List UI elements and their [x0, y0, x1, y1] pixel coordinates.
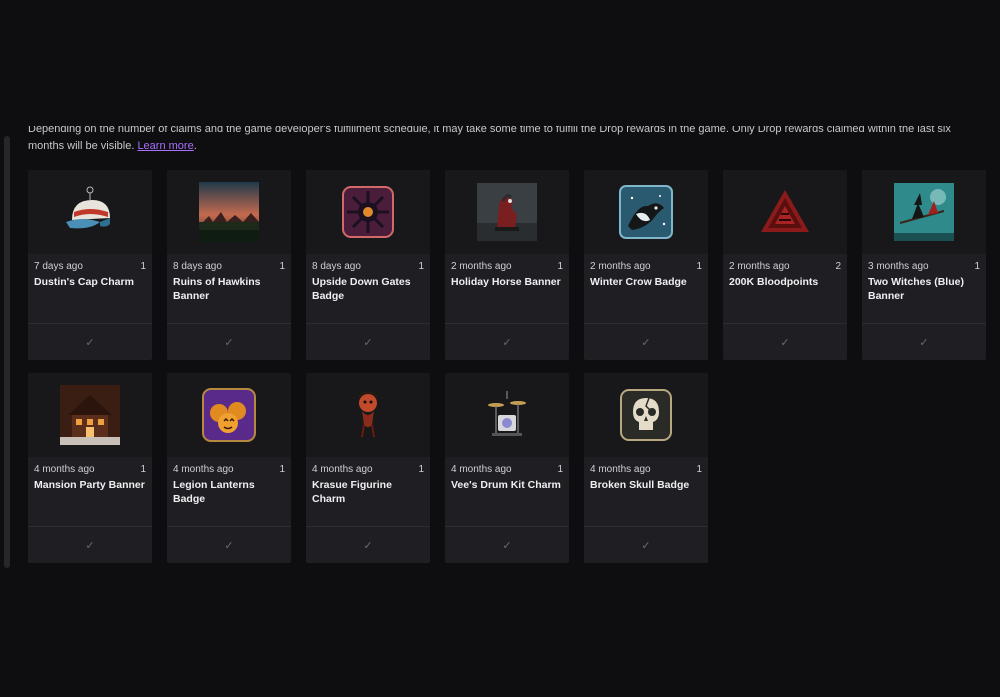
- witch-icon: [894, 183, 954, 241]
- drop-card[interactable]: 4 months ago 1 Legion Lanterns Badge ✓: [167, 373, 291, 563]
- claimed-check-icon: ✓: [167, 526, 291, 563]
- drop-count: 1: [974, 261, 980, 272]
- notice-text-2: months will be visible.: [28, 140, 135, 152]
- drop-card[interactable]: 8 days ago 1 Ruins of Hawkins Banner ✓: [167, 170, 291, 360]
- drop-name: Ruins of Hawkins Banner: [173, 276, 261, 302]
- drop-card[interactable]: 8 days ago 1 Upside Down Gates Badge ✓: [306, 170, 430, 360]
- drop-card[interactable]: 2 months ago 1 Winter Crow Badge ✓: [584, 170, 708, 360]
- drop-card[interactable]: 4 months ago 1 Mansion Party Banner ✓: [28, 373, 152, 563]
- scrollbar[interactable]: [4, 136, 10, 568]
- skull-icon: [620, 389, 672, 441]
- claimed-check-icon: ✓: [584, 323, 708, 360]
- claimed-check-icon: ✓: [28, 526, 152, 563]
- drop-name: Broken Skull Badge: [590, 479, 690, 491]
- claimed-time: 4 months ago: [451, 464, 512, 475]
- drop-count: 1: [140, 261, 146, 272]
- drop-count: 2: [835, 261, 841, 272]
- drop-name: Winter Crow Badge: [590, 276, 687, 288]
- drop-count: 1: [418, 464, 424, 475]
- claimed-time: 2 months ago: [590, 261, 651, 272]
- drop-count: 1: [140, 464, 146, 475]
- claimed-time: 2 months ago: [729, 261, 790, 272]
- learn-more-link[interactable]: Learn more: [137, 140, 193, 152]
- drop-card[interactable]: 4 months ago 1 Broken Skull Badge ✓: [584, 373, 708, 563]
- claimed-check-icon: ✓: [723, 323, 847, 360]
- drop-name: Mansion Party Banner: [34, 479, 145, 491]
- drop-card[interactable]: 4 months ago 1 Krasue Figurine Charm ✓: [306, 373, 430, 563]
- claimed-time: 3 months ago: [868, 261, 929, 272]
- claimed-check-icon: ✓: [862, 323, 986, 360]
- drop-name: Two Witches (Blue) Banner: [868, 276, 964, 302]
- claimed-check-icon: ✓: [28, 323, 152, 360]
- claimed-time: 7 days ago: [34, 261, 83, 272]
- claimed-time: 8 days ago: [312, 261, 361, 272]
- claimed-time: 4 months ago: [590, 464, 651, 475]
- claimed-check-icon: ✓: [167, 323, 291, 360]
- drop-name: Holiday Horse Banner: [451, 276, 561, 288]
- claimed-time: 8 days ago: [173, 261, 222, 272]
- drops-notice: Depending on the number of claims and th…: [28, 126, 978, 160]
- claimed-check-icon: ✓: [306, 526, 430, 563]
- mansion-icon: [60, 385, 120, 445]
- claimed-check-icon: ✓: [445, 526, 569, 563]
- drop-name: Legion Lanterns Badge: [173, 479, 255, 505]
- claimed-check-icon: ✓: [445, 323, 569, 360]
- claimed-time: 2 months ago: [451, 261, 512, 272]
- crow-icon: [619, 185, 673, 239]
- drum-kit-icon: [488, 391, 526, 436]
- drop-count: 1: [418, 261, 424, 272]
- drops-grid: 7 days ago 1 Dustin's Cap Charm ✓ 8 days…: [28, 170, 986, 563]
- drop-card[interactable]: 2 months ago 2 200K Bloodpoints ✓: [723, 170, 847, 360]
- claimed-check-icon: ✓: [584, 526, 708, 563]
- drop-card[interactable]: 4 months ago 1 Vee's Drum Kit Charm ✓: [445, 373, 569, 563]
- claimed-time: 4 months ago: [173, 464, 234, 475]
- drop-card[interactable]: 7 days ago 1 Dustin's Cap Charm ✓: [28, 170, 152, 360]
- drop-count: 1: [279, 261, 285, 272]
- drop-name: Upside Down Gates Badge: [312, 276, 411, 302]
- figurine-icon: [358, 391, 378, 438]
- cap-icon: [66, 186, 110, 229]
- gate-icon: [342, 186, 394, 238]
- drop-name: Dustin's Cap Charm: [34, 276, 134, 288]
- bloodpoints-icon: [761, 190, 809, 232]
- horse-icon: [477, 183, 537, 241]
- drop-count: 1: [557, 261, 563, 272]
- drop-card[interactable]: 2 months ago 1 Holiday Horse Banner ✓: [445, 170, 569, 360]
- drop-name: Vee's Drum Kit Charm: [451, 479, 561, 491]
- claimed-check-icon: ✓: [306, 323, 430, 360]
- landscape-icon: [199, 182, 259, 242]
- drop-count: 1: [696, 261, 702, 272]
- drop-card[interactable]: 3 months ago 1 Two Witches (Blue) Banner…: [862, 170, 986, 360]
- notice-text: Depending on the number of claims and th…: [28, 126, 951, 135]
- drop-count: 1: [557, 464, 563, 475]
- claimed-time: 4 months ago: [312, 464, 373, 475]
- drop-count: 1: [696, 464, 702, 475]
- drop-name: Krasue Figurine Charm: [312, 479, 392, 505]
- drop-name: 200K Bloodpoints: [729, 276, 819, 288]
- drop-count: 1: [279, 464, 285, 475]
- pumpkin-icon: [202, 388, 256, 442]
- claimed-time: 4 months ago: [34, 464, 95, 475]
